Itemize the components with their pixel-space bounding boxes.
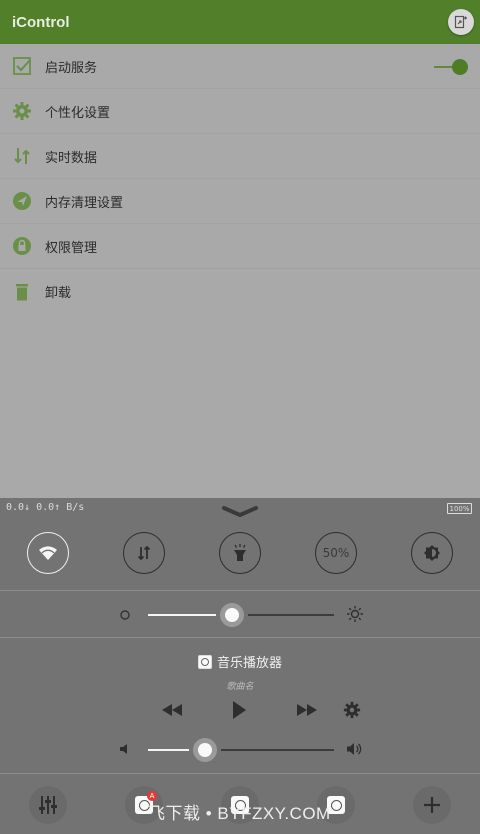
menu-item-label: 权限管理 [45, 240, 98, 256]
menu-item-start-service[interactable]: 启动服务 [0, 44, 480, 89]
brightness-50-label: 50% [322, 546, 350, 560]
add-shortcut-button[interactable] [448, 9, 474, 35]
chevron-down-icon [222, 506, 258, 517]
wifi-toggle[interactable] [27, 532, 69, 574]
menu-item-label: 启动服务 [45, 60, 98, 76]
menu-item-permissions[interactable]: 权限管理 [0, 224, 480, 269]
volume-low-icon [120, 744, 127, 754]
app-title: iControl [12, 13, 70, 31]
contrast-icon [424, 545, 440, 561]
menu-item-uninstall[interactable]: 卸载 [0, 269, 480, 314]
flashlight-toggle[interactable] [219, 532, 261, 574]
quick-toggles: 50% [0, 532, 480, 576]
settings-list: 启动服务 个性化设置 实时数据 内存清理设置 权限管理 卸载 [0, 44, 480, 314]
flashlight-icon [234, 544, 246, 561]
add-shortcut-plus-button[interactable] [413, 786, 451, 824]
song-name: 歌曲名 [226, 682, 254, 692]
plus-icon [424, 797, 440, 813]
menu-item-label: 个性化设置 [45, 105, 111, 121]
trash-icon [16, 283, 28, 300]
menu-item-memory-clean[interactable]: 内存清理设置 [0, 179, 480, 224]
contrast-toggle[interactable] [411, 532, 453, 574]
divider [0, 590, 480, 591]
play-button[interactable] [231, 700, 247, 720]
menu-item-personalization[interactable]: 个性化设置 [0, 89, 480, 134]
volume-slider-thumb[interactable] [192, 738, 217, 762]
brightness-high-icon [347, 606, 363, 622]
checkbox-icon [13, 57, 31, 75]
music-settings-gear-icon[interactable] [343, 701, 361, 719]
music-app-icon [197, 654, 212, 669]
divider [0, 773, 480, 774]
battery-indicator: 100% [447, 503, 472, 514]
gear-icon [13, 102, 31, 120]
menu-item-realtime-data[interactable]: 实时数据 [0, 134, 480, 179]
brightness-50-toggle[interactable]: 50% [315, 532, 357, 574]
music-player-header[interactable]: 音乐播放器 [0, 652, 480, 671]
brightness-low-icon [120, 610, 130, 620]
fast-forward-button[interactable] [295, 702, 319, 718]
menu-item-label: 内存清理设置 [45, 195, 124, 211]
rewind-button[interactable] [160, 702, 184, 718]
shortcut-icon [454, 15, 467, 29]
divider [0, 637, 480, 638]
control-panel: 0.0↓ 0.0↑ B/s 100% 50% 音乐播放器 歌曲名 A 飞下载 •… [0, 498, 480, 834]
watermark-text: 飞下载 • BYFZXY.COM [148, 804, 331, 823]
menu-item-label: 实时数据 [45, 150, 98, 166]
wifi-icon [39, 546, 57, 560]
equalizer-settings-button[interactable] [29, 786, 67, 824]
net-speed: 0.0↓ 0.0↑ B/s [6, 502, 85, 513]
data-toggle[interactable] [123, 532, 165, 574]
equalizer-icon [39, 796, 57, 814]
volume-high-icon [347, 743, 362, 755]
lock-icon [13, 237, 31, 255]
menu-item-label: 卸载 [45, 286, 72, 301]
service-toggle-switch[interactable] [434, 59, 468, 75]
data-arrows-icon [137, 545, 151, 561]
data-arrows-icon [14, 148, 30, 164]
music-player-name: 音乐播放器 [216, 656, 282, 671]
app-bar: iControl [0, 0, 480, 44]
brightness-slider-thumb[interactable] [219, 603, 244, 627]
rocket-icon [13, 192, 31, 210]
collapse-handle[interactable] [222, 504, 258, 523]
